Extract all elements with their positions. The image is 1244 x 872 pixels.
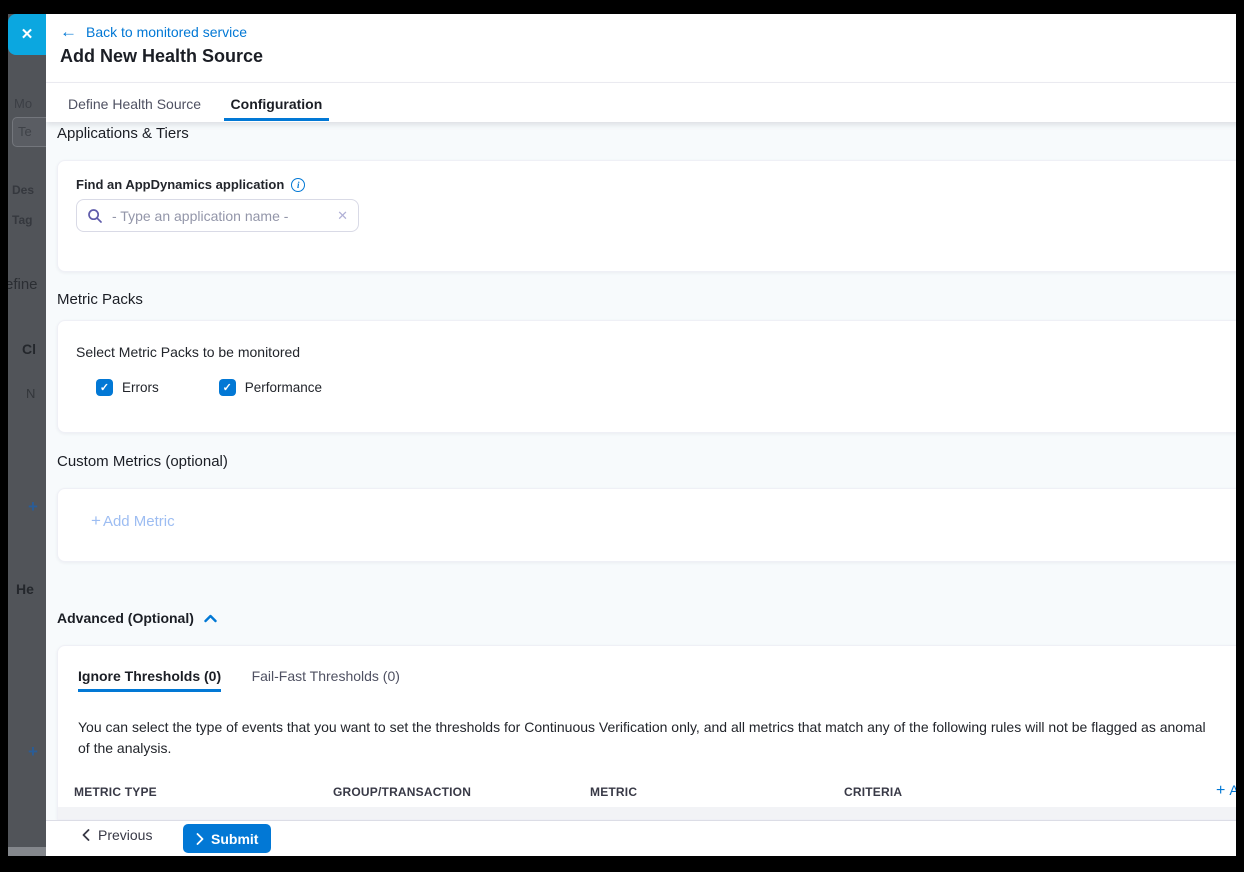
- applications-tiers-card: Find an AppDynamics application i ✕: [57, 160, 1236, 272]
- checkbox-checked-icon: ✓: [219, 379, 236, 396]
- advanced-section-toggle[interactable]: Advanced (Optional): [57, 610, 217, 626]
- section-title-metric-packs: Metric Packs: [57, 291, 143, 308]
- drawer-footer: Previous Submit: [46, 820, 1236, 856]
- custom-metrics-card: + Add Metric: [57, 488, 1236, 562]
- plus-icon: +: [1216, 782, 1225, 799]
- page-title: Add New Health Source: [60, 46, 263, 67]
- section-title-custom-metrics: Custom Metrics (optional): [57, 453, 228, 470]
- back-arrow-icon: ←: [60, 23, 77, 40]
- bg-partial-heading: efine: [8, 276, 38, 293]
- thresholds-tabbar: Ignore Thresholds (0) Fail-Fast Threshol…: [78, 662, 400, 692]
- column-criteria: CRITERIA: [844, 785, 902, 799]
- add-metric-label: Add Metric: [103, 513, 175, 530]
- submit-label: Submit: [211, 831, 258, 847]
- previous-label: Previous: [98, 827, 152, 843]
- clear-search-icon[interactable]: ✕: [337, 208, 348, 224]
- add-health-source-drawer: ← Back to monitored service Add New Heal…: [46, 14, 1236, 856]
- bg-partial-label: Des: [12, 183, 34, 197]
- bg-partial-heading: He: [16, 581, 34, 597]
- checkbox-errors-label: Errors: [122, 380, 159, 395]
- plus-icon: +: [91, 511, 101, 531]
- application-search-input[interactable]: [112, 208, 328, 224]
- bg-partial-label: Tag: [12, 213, 32, 227]
- tab-configuration[interactable]: Configuration: [224, 90, 330, 121]
- section-title-applications-tiers: Applications & Tiers: [57, 125, 189, 142]
- column-metric-type: METRIC TYPE: [74, 785, 157, 799]
- column-metric: METRIC: [590, 785, 637, 799]
- wizard-tabbar: Define Health Source Configuration: [46, 83, 1236, 122]
- metric-packs-subtitle: Select Metric Packs to be monitored: [76, 344, 300, 360]
- find-application-label: Find an AppDynamics application i: [76, 177, 305, 192]
- bg-partial-label: Mo: [14, 96, 32, 111]
- close-icon: ✕: [21, 26, 34, 43]
- thresholds-table-header: METRIC TYPE GROUP/TRANSACTION METRIC CRI…: [58, 785, 1236, 801]
- submit-button[interactable]: Submit: [183, 824, 271, 853]
- screen: Mo Te Des Tag efine Cl N + He + ✕ ← Back…: [8, 14, 1236, 856]
- thresholds-description-line2: of the analysis.: [78, 738, 1236, 759]
- chevron-left-icon: [82, 829, 90, 841]
- bg-partial-label: N: [26, 386, 35, 401]
- add-metric-button[interactable]: + Add Metric: [91, 511, 175, 531]
- checkbox-performance[interactable]: ✓ Performance: [219, 379, 322, 396]
- thresholds-empty-row: [58, 807, 1236, 819]
- info-icon[interactable]: i: [291, 178, 305, 192]
- tab-fail-fast-thresholds[interactable]: Fail-Fast Thresholds (0): [252, 662, 400, 692]
- background-page-overlay: Mo Te Des Tag efine Cl N + He +: [8, 14, 46, 856]
- add-threshold-label: Add Threshold: [1229, 782, 1236, 798]
- find-application-label-text: Find an AppDynamics application: [76, 177, 284, 192]
- column-group-transaction: GROUP/TRANSACTION: [333, 785, 471, 799]
- checkbox-checked-icon: ✓: [96, 379, 113, 396]
- close-drawer-button[interactable]: ✕: [8, 14, 46, 55]
- configuration-content: Applications & Tiers Find an AppDynamics…: [46, 122, 1236, 820]
- bg-partial-plus-icon: +: [28, 497, 38, 517]
- checkbox-performance-label: Performance: [245, 380, 322, 395]
- previous-button[interactable]: Previous: [82, 827, 152, 843]
- bg-partial-band: [8, 847, 46, 856]
- bg-partial-plus-icon: +: [28, 742, 38, 762]
- bg-partial-input-text: Te: [18, 124, 32, 139]
- tab-ignore-thresholds[interactable]: Ignore Thresholds (0): [78, 662, 221, 692]
- add-threshold-button[interactable]: + Add Threshold: [1216, 782, 1236, 800]
- tab-define-health-source[interactable]: Define Health Source: [61, 90, 208, 121]
- thresholds-card: Ignore Thresholds (0) Fail-Fast Threshol…: [57, 645, 1236, 820]
- application-search-box: ✕: [76, 199, 359, 232]
- chevron-right-icon: [196, 833, 204, 845]
- bg-partial-heading: Cl: [22, 341, 36, 357]
- back-to-monitored-service-link[interactable]: ← Back to monitored service: [60, 23, 247, 40]
- chevron-up-icon: [204, 614, 217, 623]
- thresholds-description-line1: You can select the type of events that y…: [78, 717, 1236, 738]
- checkbox-errors[interactable]: ✓ Errors: [96, 379, 159, 396]
- back-link-label: Back to monitored service: [86, 24, 247, 40]
- metric-packs-card: Select Metric Packs to be monitored ✓ Er…: [57, 320, 1236, 433]
- screenshot-frame: Mo Te Des Tag efine Cl N + He + ✕ ← Back…: [0, 0, 1244, 872]
- advanced-section-title: Advanced (Optional): [57, 610, 194, 626]
- search-icon: [87, 208, 103, 224]
- thresholds-description: You can select the type of events that y…: [78, 717, 1236, 759]
- drawer-header: ← Back to monitored service Add New Heal…: [46, 14, 1236, 83]
- metric-packs-options: ✓ Errors ✓ Performance: [96, 379, 322, 396]
